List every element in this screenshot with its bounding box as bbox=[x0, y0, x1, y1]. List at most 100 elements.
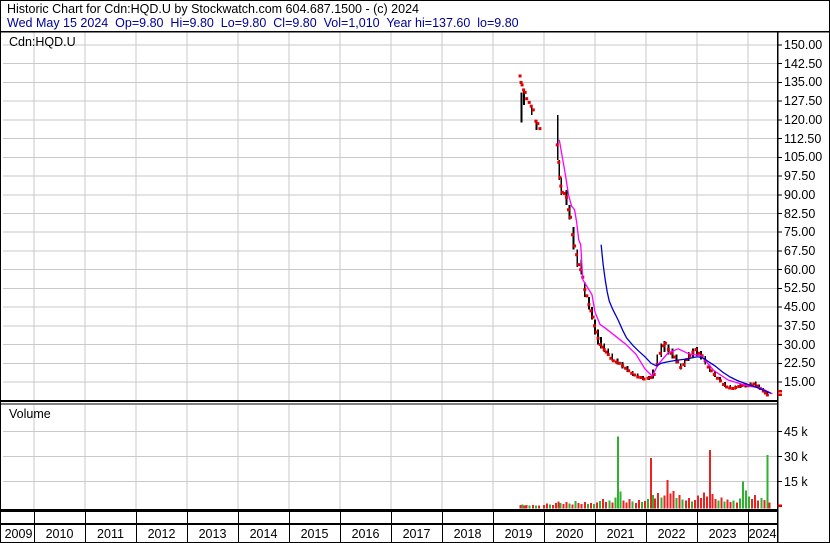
volume-tick bbox=[777, 431, 782, 432]
close-dot bbox=[611, 359, 615, 363]
close-dot bbox=[559, 184, 563, 188]
price-tick-label: 82.50 bbox=[784, 206, 816, 221]
close-dot bbox=[529, 104, 533, 108]
price-tick-label: 105.00 bbox=[784, 150, 823, 165]
volume-bar bbox=[557, 501, 560, 509]
price-tick bbox=[777, 381, 782, 383]
current-value-marker bbox=[777, 393, 782, 396]
volume-bar bbox=[766, 454, 769, 509]
price-tick-label: 75.00 bbox=[784, 225, 816, 240]
close-dot bbox=[658, 351, 662, 355]
price-tick bbox=[777, 269, 782, 271]
current-value-marker bbox=[777, 504, 782, 507]
header-separator bbox=[1, 31, 829, 33]
close-dot bbox=[595, 330, 599, 334]
close-dot bbox=[737, 384, 741, 388]
volume-bar bbox=[523, 505, 526, 509]
volume-bar bbox=[577, 502, 580, 509]
volume-bar bbox=[631, 501, 634, 509]
close-dot bbox=[589, 309, 593, 313]
volume-bar bbox=[634, 502, 637, 509]
year-label: 2011 bbox=[97, 527, 124, 541]
year-label: 2021 bbox=[606, 527, 635, 541]
close-dot bbox=[520, 83, 524, 87]
volume-bars bbox=[519, 436, 771, 509]
volume-bar bbox=[574, 500, 577, 509]
close-dot bbox=[518, 74, 522, 78]
volume-bar bbox=[571, 504, 574, 509]
volume-bar bbox=[549, 504, 552, 509]
symbol-label: Cdn:HQD.U bbox=[9, 35, 76, 49]
volume-bar bbox=[640, 502, 643, 509]
year-label: 2017 bbox=[402, 527, 431, 541]
frame-lines bbox=[1, 31, 829, 542]
close-dot bbox=[676, 360, 680, 364]
volume-tick-label: 45 k bbox=[784, 424, 808, 439]
volume-bar bbox=[726, 499, 729, 509]
year-label: 2015 bbox=[300, 527, 329, 541]
volume-bar bbox=[693, 499, 696, 509]
volume-bar bbox=[706, 496, 709, 509]
volume-bar bbox=[605, 501, 608, 509]
close-dot bbox=[531, 108, 535, 112]
volume-bar bbox=[525, 504, 528, 509]
volume-bar bbox=[568, 503, 571, 509]
close-dot bbox=[627, 369, 631, 373]
volume-bar bbox=[543, 504, 545, 509]
quote-summary-line: Wed May 15 2024 Op=9.80 Hi=9.80 Lo=9.80 … bbox=[7, 16, 519, 30]
chart-canvas bbox=[1, 31, 829, 542]
year-label: 2019 bbox=[504, 527, 533, 541]
volume-bar bbox=[690, 501, 693, 509]
volume-bar bbox=[521, 504, 524, 509]
price-tick-label: 45.00 bbox=[784, 300, 816, 315]
volume-bar bbox=[616, 436, 619, 509]
close-dot bbox=[673, 355, 677, 359]
price-tick bbox=[777, 287, 782, 289]
volume-bar bbox=[703, 492, 706, 509]
close-dot bbox=[575, 253, 579, 257]
price-tick-label: 90.00 bbox=[784, 187, 816, 202]
volume-bar bbox=[537, 505, 540, 509]
year-label: 2012 bbox=[147, 527, 176, 541]
volume-bar bbox=[654, 498, 657, 509]
price-tick bbox=[777, 138, 782, 140]
volume-bar bbox=[602, 498, 605, 509]
price-tick-label: 120.00 bbox=[784, 112, 823, 127]
current-value-marker bbox=[777, 390, 782, 393]
ma-slow-line bbox=[600, 244, 772, 394]
price-tick-label: 67.50 bbox=[784, 243, 816, 258]
volume-bar bbox=[678, 495, 681, 509]
close-dot bbox=[663, 341, 667, 345]
volume-bar bbox=[714, 499, 717, 509]
close-dot bbox=[569, 215, 573, 219]
volume-bar bbox=[757, 500, 760, 509]
volume-bar bbox=[611, 502, 614, 509]
volume-bar bbox=[729, 501, 732, 509]
close-dot bbox=[725, 385, 729, 389]
price-tick-label: 112.50 bbox=[784, 131, 822, 146]
year-label: 2010 bbox=[45, 527, 74, 541]
volume-bar bbox=[599, 501, 602, 509]
price-tick bbox=[777, 213, 782, 214]
time-axis-line bbox=[1, 523, 777, 525]
price-tick-label: 135.00 bbox=[784, 75, 823, 90]
volume-bar bbox=[760, 498, 763, 509]
close-dot bbox=[630, 371, 634, 375]
volume-bar bbox=[681, 499, 684, 509]
volume-bar bbox=[748, 496, 751, 509]
volume-bar bbox=[647, 499, 650, 509]
volume-bar bbox=[763, 499, 766, 509]
volume-baseline bbox=[1, 509, 777, 512]
price-tick bbox=[777, 156, 782, 158]
volume-bar bbox=[580, 503, 583, 509]
price-tick-label: 52.50 bbox=[784, 281, 816, 296]
close-dot bbox=[642, 377, 646, 381]
close-dot bbox=[538, 127, 542, 131]
close-dot bbox=[765, 393, 769, 397]
close-dot bbox=[679, 366, 683, 370]
volume-bar bbox=[528, 505, 531, 509]
volume-bar bbox=[666, 479, 669, 509]
volume-bar bbox=[700, 498, 703, 509]
close-dot bbox=[682, 363, 686, 367]
price-tick bbox=[777, 344, 782, 346]
